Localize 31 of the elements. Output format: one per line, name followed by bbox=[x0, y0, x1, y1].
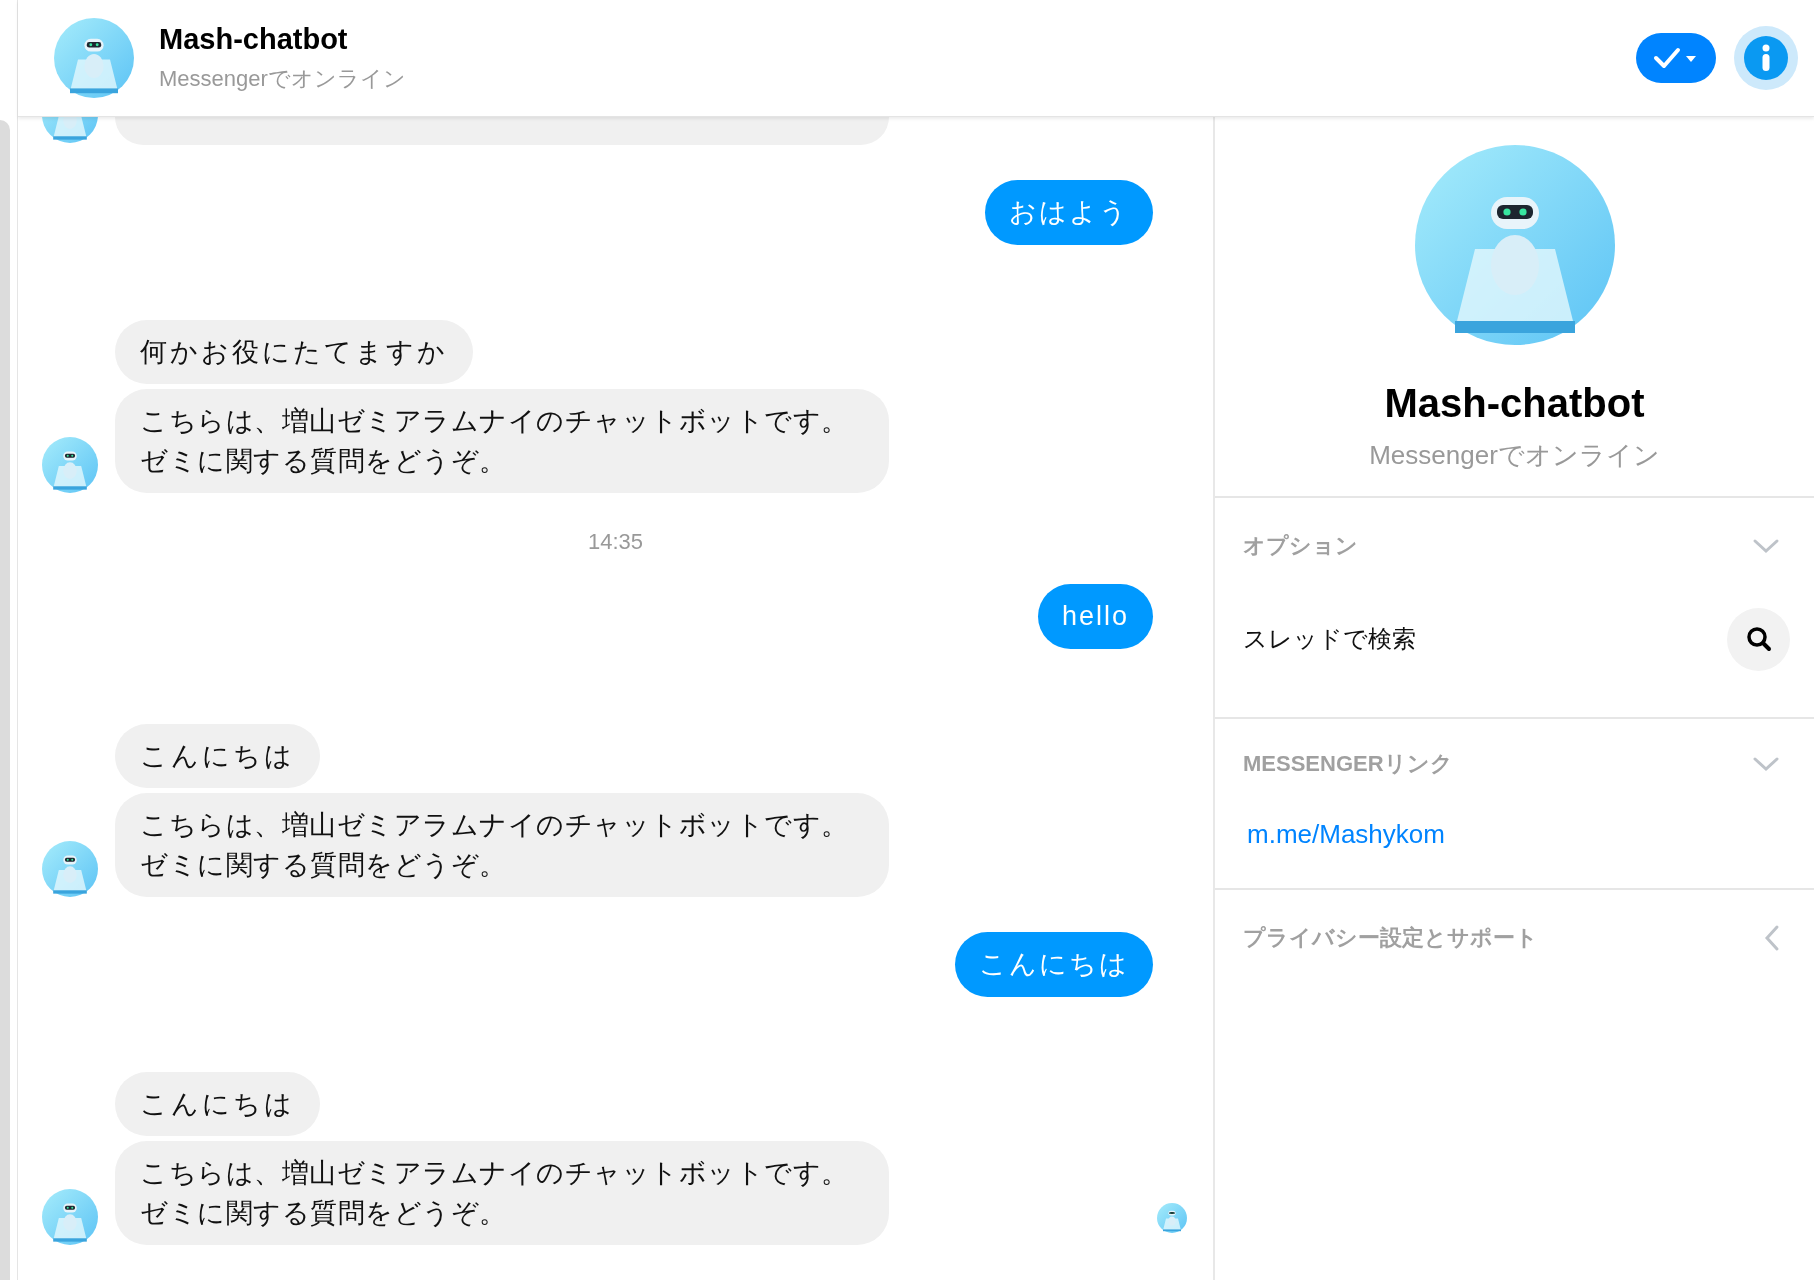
checkmark-caret-icon bbox=[1653, 46, 1699, 70]
chevron-left-icon[interactable] bbox=[1764, 924, 1780, 952]
received-message: こんにちは bbox=[115, 1072, 320, 1136]
bot-avatar bbox=[42, 437, 98, 493]
bot-avatar bbox=[42, 841, 98, 897]
online-status: Messengerでオンライン bbox=[159, 64, 407, 93]
chevron-down-icon[interactable] bbox=[1752, 538, 1780, 554]
received-message: こちらは、増山ゼミアラムナイのチャットボットです。ゼミに関する質問をどうぞ。 bbox=[115, 1141, 889, 1245]
info-icon bbox=[1743, 35, 1789, 81]
bot-avatar bbox=[42, 1189, 98, 1245]
sent-message: おはよう bbox=[985, 180, 1153, 245]
section-header[interactable]: MESSENGERリンク bbox=[1243, 749, 1453, 779]
received-message: こちらは、増山ゼミアラムナイのチャットボットです。ゼミに関する質問をどうぞ。 bbox=[115, 389, 889, 493]
received-message: こちらは、増山ゼミアラムナイのチャットボットです。ゼミに関する質問をどうぞ。 bbox=[115, 793, 889, 897]
scrollbar[interactable] bbox=[0, 120, 10, 1280]
status-dropdown-button[interactable] bbox=[1636, 33, 1716, 83]
chat-title: Mash-chatbot bbox=[159, 22, 349, 56]
search-icon bbox=[1744, 625, 1773, 653]
timestamp: 14:35 bbox=[587, 528, 644, 556]
seen-avatar-icon bbox=[1157, 1203, 1187, 1233]
profile-name: Mash-chatbot bbox=[1384, 381, 1645, 426]
received-message: 何かお役にたてますか bbox=[115, 320, 473, 384]
search-in-thread-label: スレッドで検索 bbox=[1243, 624, 1416, 654]
section-header[interactable]: プライバシー設定とサポート bbox=[1243, 923, 1538, 953]
received-message: こんにちは bbox=[115, 724, 320, 788]
chevron-down-icon[interactable] bbox=[1752, 756, 1780, 772]
sent-message: hello bbox=[1037, 584, 1153, 649]
online-status: Messengerでオンライン bbox=[1369, 439, 1660, 472]
section-header[interactable]: オプション bbox=[1243, 531, 1358, 561]
messenger-link[interactable]: m.me/Mashykom bbox=[1247, 819, 1445, 850]
sent-message: こんにちは bbox=[955, 932, 1153, 997]
